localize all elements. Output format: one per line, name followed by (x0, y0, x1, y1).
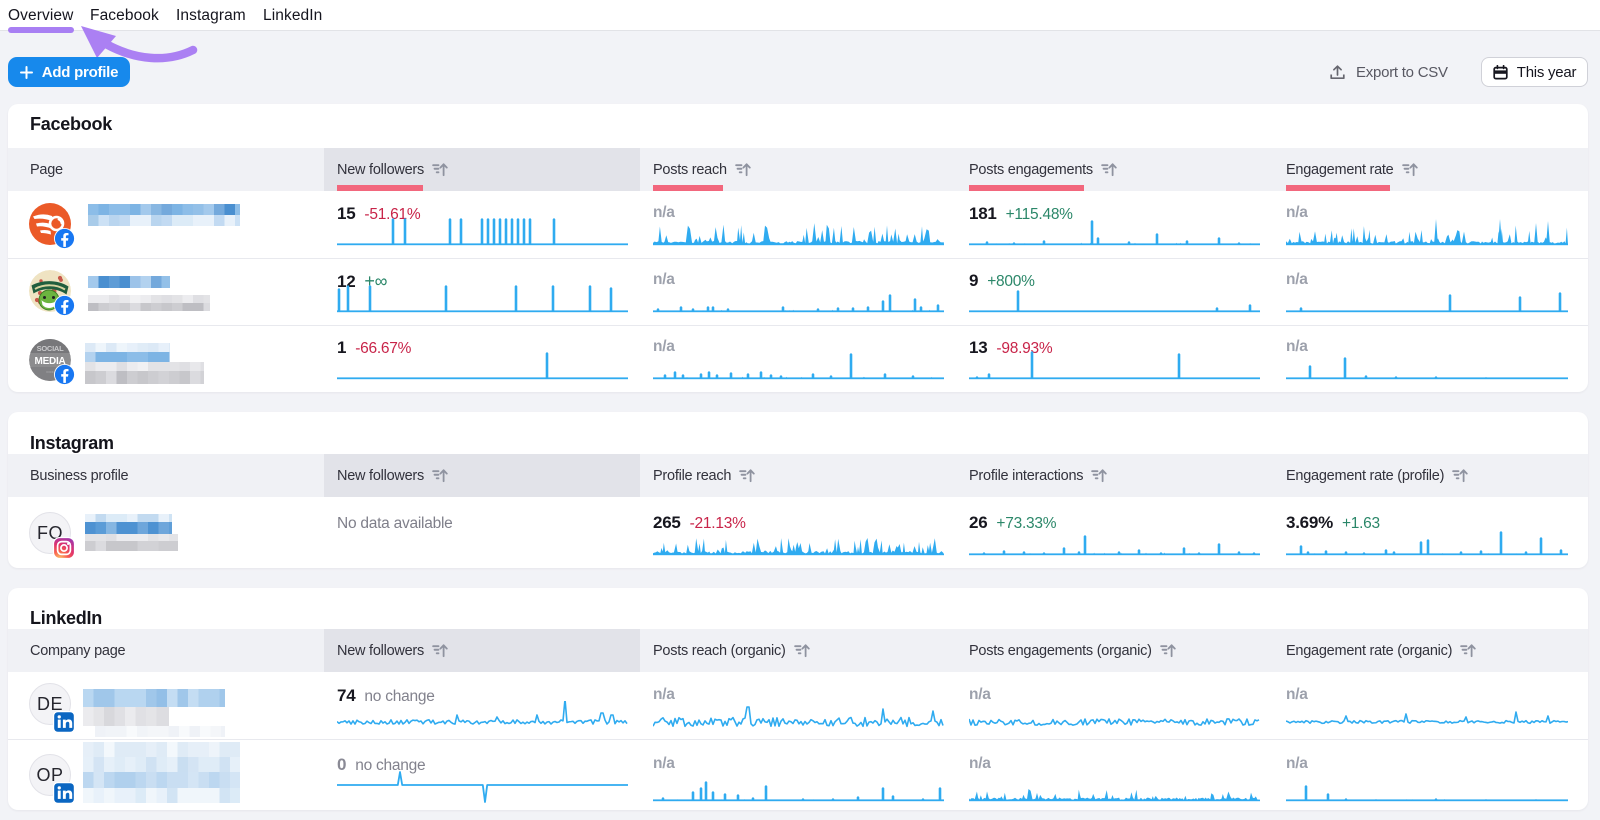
svg-text:SOCIAL: SOCIAL (37, 344, 65, 353)
svg-text:····: ···· (46, 369, 54, 376)
